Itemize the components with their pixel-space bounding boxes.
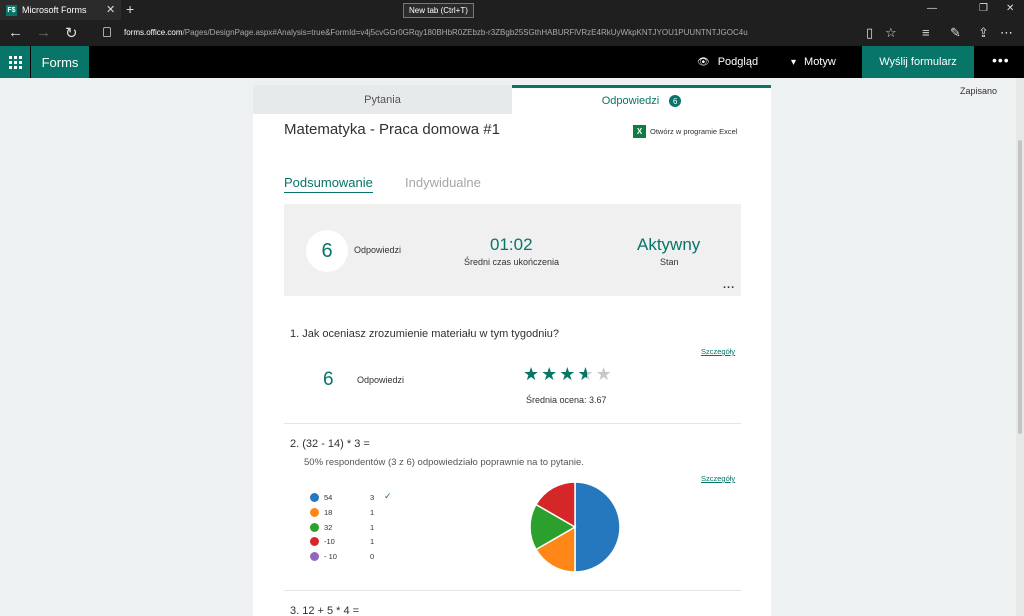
url-host: forms.office.com (124, 28, 183, 37)
legend-color-swatch (310, 507, 319, 517)
legend-color-swatch (310, 522, 319, 532)
star-icon: ★ (523, 364, 540, 384)
legend-color-swatch (310, 552, 319, 561)
legend-count: 3 (370, 493, 375, 502)
more-options-icon[interactable]: ••• (992, 52, 1010, 68)
legend-label: 18 (324, 507, 333, 517)
address-bar: ← → ↻ forms.office.com/Pages/DesignPage.… (0, 20, 1024, 46)
new-tab-tooltip: New tab (Ctrl+T) (403, 3, 474, 18)
url-path: /Pages/DesignPage.aspx#Analysis=true&For… (182, 28, 748, 37)
stats-more-button[interactable]: ... (723, 279, 735, 291)
responses-count: 6 (306, 230, 348, 272)
url-field[interactable]: forms.office.com/Pages/DesignPage.aspx#A… (124, 28, 748, 37)
browser-tab[interactable]: F$ Microsoft Forms ✕ (0, 0, 121, 20)
open-in-excel-button[interactable]: X Otwórz w programie Excel (633, 125, 738, 138)
form-title: Matematyka - Praca domowa #1 (284, 121, 500, 138)
preview-button[interactable]: 👁 Podgląd (697, 46, 758, 78)
legend-label: 54 (324, 493, 333, 502)
reading-view-icon[interactable]: ▯ (866, 25, 873, 41)
question-1-title: 1. Jak oceniasz zrozumienie materiału w … (290, 328, 560, 340)
more-menu-icon[interactable]: ⋯ (1000, 25, 1013, 41)
send-form-button[interactable]: Wyślij formularz (862, 46, 974, 78)
legend-item: 18 1 (310, 507, 410, 522)
tab-individual[interactable]: Indywidualne (405, 175, 481, 190)
app-name[interactable]: Forms (31, 46, 89, 78)
responses-count-badge: 6 (669, 95, 682, 107)
save-status: Zapisano (960, 86, 998, 96)
pie-slice-54[interactable] (574, 481, 621, 573)
scrollbar-thumb[interactable] (1018, 140, 1022, 434)
star-icon: ★ (595, 364, 612, 384)
question-3-title: 3. 12 + 5 * 4 = (290, 605, 360, 616)
responses-label: Odpowiedzi (354, 245, 402, 255)
question-2-legend: 54 3 ✓ 18 1 32 1 -10 1 - 10 0 (310, 491, 410, 566)
browser-tab-bar: F$ Microsoft Forms ✕ + New tab (Ctrl+T) … (0, 0, 1024, 20)
close-tab-icon[interactable]: ✕ (106, 3, 115, 16)
refresh-icon[interactable]: ↻ (65, 24, 78, 42)
star-icon: ★ (541, 364, 558, 384)
divider (284, 423, 741, 424)
rating-stars: ★ ★ ★ ★ ★ (523, 365, 612, 383)
tab-questions[interactable]: Pytania (253, 85, 512, 114)
tab-summary[interactable]: Podsumowanie (284, 175, 373, 193)
tab-questions-label: Pytania (364, 93, 401, 106)
share-icon[interactable]: ⇪ (978, 25, 989, 41)
legend-item: - 10 0 (310, 551, 410, 566)
legend-count: 1 (370, 537, 375, 547)
legend-item: 32 1 (310, 522, 410, 537)
legend-count: 1 (370, 507, 375, 517)
open-in-excel-label: Otwórz w programie Excel (650, 127, 738, 136)
legend-count: 1 (370, 522, 375, 532)
question-2-title: 2. (32 - 14) * 3 = (290, 438, 370, 450)
minimize-icon[interactable]: — (927, 3, 937, 14)
correct-check-icon: ✓ (384, 491, 392, 501)
divider (284, 590, 741, 591)
tab-title: Microsoft Forms (22, 5, 87, 15)
legend-count: 0 (370, 552, 375, 561)
average-rating: Średnia ocena: 3.67 (526, 395, 607, 405)
legend-label: -10 (324, 537, 335, 547)
forward-icon[interactable]: → (36, 24, 51, 41)
question-2-pie-chart (529, 481, 621, 573)
legend-item: 54 3 ✓ (310, 491, 410, 507)
average-time: 01:02 (490, 235, 533, 254)
form-status: Aktywny (637, 235, 701, 254)
restore-icon[interactable]: ❐ (979, 3, 988, 14)
app-launcher-icon[interactable] (0, 46, 30, 78)
legend-label: 32 (324, 522, 333, 532)
excel-icon: X (633, 125, 646, 138)
hub-icon[interactable]: ≡ (922, 25, 930, 40)
paint-bucket-icon: ▾ (791, 56, 797, 68)
theme-label: Motyw (804, 56, 836, 68)
question-1-response-count: 6 (323, 369, 334, 390)
web-note-icon[interactable]: ✎ (950, 25, 961, 41)
question-2-details-link[interactable]: Szczegóły (701, 474, 735, 483)
form-status-label: Stan (660, 257, 679, 267)
lock-icon (103, 27, 111, 37)
legend-item: -10 1 (310, 536, 410, 551)
preview-label: Podgląd (717, 56, 759, 68)
tab-responses[interactable]: Odpowiedzi 6 (512, 85, 771, 114)
star-icon: ★ (559, 364, 576, 384)
tab-responses-label: Odpowiedzi (601, 95, 660, 107)
favorite-star-icon[interactable]: ☆ (885, 25, 897, 41)
forms-favicon-icon: F$ (6, 4, 17, 16)
back-icon[interactable]: ← (8, 24, 23, 41)
forms-app-bar: Forms 👁 Podgląd ▾ Motyw Wyślij formularz… (0, 46, 1024, 78)
theme-button[interactable]: ▾ Motyw (791, 46, 836, 78)
legend-label: - 10 (324, 552, 337, 561)
new-tab-icon[interactable]: + (126, 1, 134, 17)
legend-color-swatch (310, 537, 319, 547)
question-1-details-link[interactable]: Szczegóły (701, 347, 735, 356)
close-window-icon[interactable]: ✕ (1006, 3, 1014, 14)
question-2-correct-note: 50% respondentów (3 z 6) odpowiedziało p… (304, 457, 584, 468)
legend-color-swatch (310, 493, 319, 502)
question-1-responses-label: Odpowiedzi (357, 375, 405, 385)
average-time-label: Średni czas ukończenia (464, 257, 560, 267)
eye-icon: 👁 (697, 56, 710, 68)
star-icon: ★ (577, 364, 594, 384)
